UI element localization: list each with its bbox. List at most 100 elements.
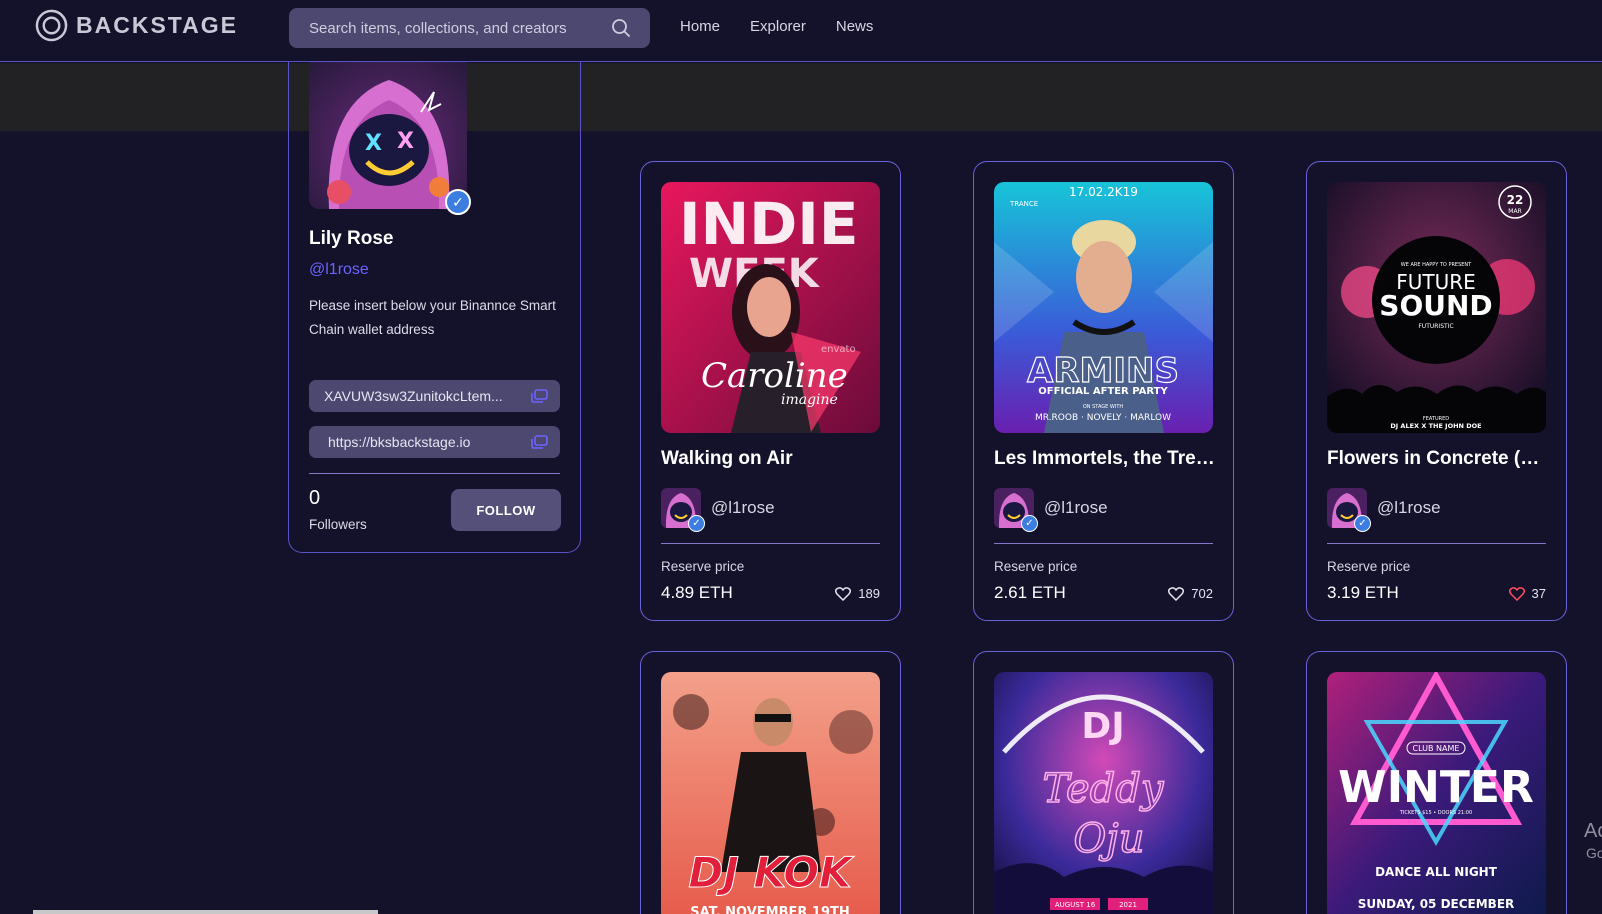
item-artwork[interactable]: CLUB NAME WINTER TICKETS $15 • DOORS 21:… <box>1327 672 1546 914</box>
card-divider <box>661 543 880 544</box>
wallet-address-value: XAVUW3sw3ZunitokcLtem... <box>324 388 503 404</box>
top-navigation: BACKSTAGE Home Explorer News <box>0 0 1602 62</box>
dj-poster-artwork: DJ KOK SAT, NOVEMBER 19TH <box>661 672 880 914</box>
item-card[interactable]: DJ KOK SAT, NOVEMBER 19TH <box>640 651 901 914</box>
svg-text:FUTURISTIC: FUTURISTIC <box>1418 323 1453 330</box>
svg-text:MAR: MAR <box>1508 208 1521 215</box>
svg-text:17.02.2K19: 17.02.2K19 <box>1069 185 1138 199</box>
copy-icon[interactable] <box>530 389 548 403</box>
creator-row[interactable]: ✓ @l1rose <box>1327 488 1441 532</box>
svg-text:TICKETS $15 • DOORS 21:00: TICKETS $15 • DOORS 21:00 <box>1399 810 1472 816</box>
follow-button[interactable]: FOLLOW <box>451 489 561 531</box>
horizontal-scrollbar[interactable] <box>33 910 378 914</box>
verified-icon: ✓ <box>1021 515 1038 532</box>
svg-text:AUGUST 16: AUGUST 16 <box>1055 901 1096 909</box>
svg-text:DANCE ALL NIGHT: DANCE ALL NIGHT <box>1375 865 1498 879</box>
svg-text:ARMINS: ARMINS <box>1027 351 1179 391</box>
item-card[interactable]: 17.02.2K19 TRANCE ARMINS OFFICIAL AFTER … <box>973 161 1234 621</box>
dj-teddy-artwork: DJ Teddy Oju AUGUST 16 2021 <box>994 672 1213 914</box>
followers-count: 0 <box>309 487 321 509</box>
profile-card: X X ✓ Lily Rose @l1rose Please insert be… <box>288 62 581 553</box>
svg-text:X: X <box>397 129 414 154</box>
winter-artwork: CLUB NAME WINTER TICKETS $15 • DOORS 21:… <box>1327 672 1546 914</box>
profile-handle[interactable]: @l1rose <box>309 261 369 279</box>
heart-icon[interactable] <box>835 586 852 601</box>
website-value: https://bksbackstage.io <box>328 434 471 450</box>
item-artwork[interactable]: 17.02.2K19 TRANCE ARMINS OFFICIAL AFTER … <box>994 182 1213 433</box>
heart-icon[interactable] <box>1508 586 1525 601</box>
item-title[interactable]: Les Immortels, the Treasure of the Pacif… <box>994 448 1215 470</box>
brand-logo[interactable]: BACKSTAGE <box>35 8 238 42</box>
reserve-price-value: 3.19 ETH <box>1327 583 1399 602</box>
like-count: 37 <box>1531 586 1546 601</box>
website-field[interactable]: https://bksbackstage.io <box>309 426 560 458</box>
svg-text:Teddy: Teddy <box>1042 766 1164 812</box>
svg-text:SUNDAY, 05 DECEMBER: SUNDAY, 05 DECEMBER <box>1358 897 1515 911</box>
avatar-image: X X <box>309 62 467 209</box>
svg-text:SOUND: SOUND <box>1379 289 1492 322</box>
svg-text:DJ ALEX X THE JOHN DOE: DJ ALEX X THE JOHN DOE <box>1390 422 1481 430</box>
verified-icon: ✓ <box>445 189 471 215</box>
activate-windows-title: Ac <box>1584 820 1602 842</box>
svg-text:MR.ROOB · NOVELY · MARLOW: MR.ROOB · NOVELY · MARLOW <box>1035 413 1171 423</box>
svg-text:Caroline: Caroline <box>701 356 848 396</box>
wallet-address-field[interactable]: XAVUW3sw3ZunitokcLtem... <box>309 380 560 412</box>
item-card[interactable]: CLUB NAME WINTER TICKETS $15 • DOORS 21:… <box>1306 651 1567 914</box>
svg-text:X: X <box>365 131 382 156</box>
svg-text:envato: envato <box>821 344 856 355</box>
nav-explorer-link[interactable]: Explorer <box>750 18 806 35</box>
svg-text:Oju: Oju <box>1074 816 1145 862</box>
item-artwork[interactable]: 22 MAR WE ARE HAPPY TO PRESENT FUTURE SO… <box>1327 182 1546 433</box>
like-button[interactable]: 189 <box>835 586 880 601</box>
svg-text:DJ: DJ <box>1081 706 1124 747</box>
profile-banner <box>0 63 1602 131</box>
reserve-price-value: 2.61 ETH <box>994 583 1066 602</box>
item-artwork[interactable]: DJ KOK SAT, NOVEMBER 19TH <box>661 672 880 914</box>
svg-text:INDIE: INDIE <box>679 190 858 258</box>
like-button[interactable]: 37 <box>1508 586 1546 601</box>
svg-text:WINTER: WINTER <box>1338 762 1534 813</box>
creator-avatar[interactable]: ✓ <box>661 488 705 532</box>
item-title[interactable]: Flowers in Concrete (Mixtape) <box>1327 448 1548 470</box>
reserve-price-value: 4.89 ETH <box>661 583 733 602</box>
item-card[interactable]: INDIE WEEK Caroline imagine envato Walki… <box>640 161 901 621</box>
svg-text:DJ KOK: DJ KOK <box>688 848 855 897</box>
creator-avatar[interactable]: ✓ <box>1327 488 1371 532</box>
creator-row[interactable]: ✓ @l1rose <box>661 488 775 532</box>
item-card[interactable]: DJ Teddy Oju AUGUST 16 2021 <box>973 651 1234 914</box>
creator-avatar[interactable]: ✓ <box>994 488 1038 532</box>
verified-icon: ✓ <box>1354 515 1371 532</box>
like-count: 702 <box>1191 586 1213 601</box>
item-artwork[interactable]: DJ Teddy Oju AUGUST 16 2021 <box>994 672 1213 914</box>
reserve-price-label: Reserve price <box>661 559 745 574</box>
item-title[interactable]: Walking on Air <box>661 448 882 470</box>
like-count: 189 <box>858 586 880 601</box>
nav-home-link[interactable]: Home <box>680 18 720 35</box>
item-card[interactable]: 22 MAR WE ARE HAPPY TO PRESENT FUTURE SO… <box>1306 161 1567 621</box>
card-divider <box>994 543 1213 544</box>
svg-text:2021: 2021 <box>1119 901 1137 909</box>
nav-news-link[interactable]: News <box>836 18 874 35</box>
search-input[interactable] <box>289 8 610 48</box>
item-artwork[interactable]: INDIE WEEK Caroline imagine envato <box>661 182 880 433</box>
svg-text:22: 22 <box>1507 193 1524 207</box>
svg-text:WE ARE HAPPY TO PRESENT: WE ARE HAPPY TO PRESENT <box>1401 262 1472 268</box>
indie-week-artwork: INDIE WEEK Caroline imagine envato <box>661 182 880 433</box>
creator-row[interactable]: ✓ @l1rose <box>994 488 1108 532</box>
search-bar[interactable] <box>289 8 650 48</box>
svg-text:SAT, NOVEMBER 19TH: SAT, NOVEMBER 19TH <box>690 905 850 914</box>
backstage-logo-icon <box>35 9 68 41</box>
svg-text:CLUB NAME: CLUB NAME <box>1413 744 1460 753</box>
svg-text:ON STAGE WITH: ON STAGE WITH <box>1083 404 1124 410</box>
profile-description: Please insert below your Binannce Smart … <box>309 298 556 337</box>
svg-text:imagine: imagine <box>781 392 838 408</box>
copy-icon[interactable] <box>530 435 548 449</box>
heart-icon[interactable] <box>1168 586 1185 601</box>
svg-text:TRANCE: TRANCE <box>1009 200 1038 208</box>
creator-handle[interactable]: @l1rose <box>1377 498 1441 518</box>
like-button[interactable]: 702 <box>1168 586 1213 601</box>
search-icon[interactable] <box>610 17 632 39</box>
creator-handle[interactable]: @l1rose <box>1044 498 1108 518</box>
creator-handle[interactable]: @l1rose <box>711 498 775 518</box>
armins-artwork: 17.02.2K19 TRANCE ARMINS OFFICIAL AFTER … <box>994 182 1213 433</box>
